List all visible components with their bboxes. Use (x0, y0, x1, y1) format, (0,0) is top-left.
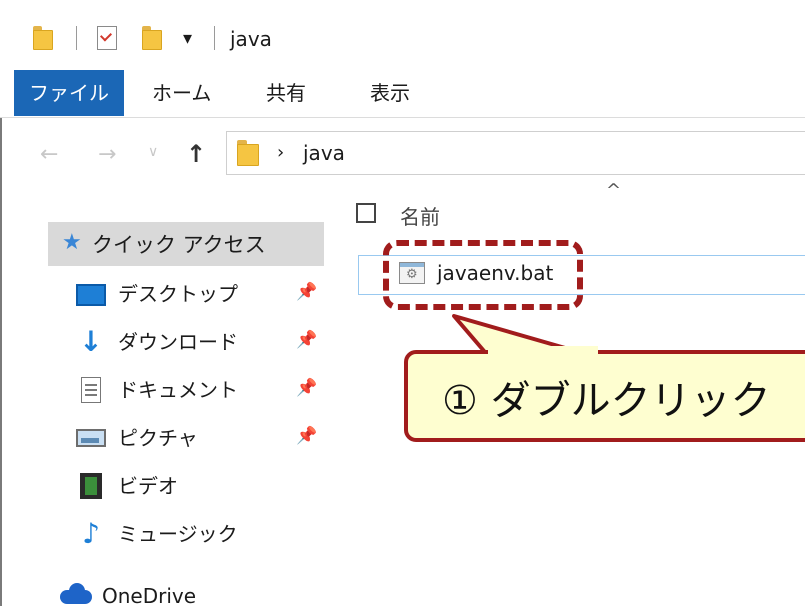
pin-icon[interactable]: 📌 (296, 282, 317, 302)
sidebar-item-documents[interactable]: ドキュメント 📌 (76, 372, 326, 408)
ribbon-tabs: ファイル ホーム 共有 表示 (0, 70, 805, 118)
column-header-label[interactable]: 名前 (400, 201, 440, 230)
toolbar-separator (76, 26, 77, 50)
sidebar-item-downloads[interactable]: ↓ ダウンロード 📌 (76, 324, 326, 360)
callout-pointer-join (488, 346, 598, 356)
sidebar-item-pictures[interactable]: ピクチャ 📌 (76, 420, 326, 456)
tab-home[interactable]: ホーム (152, 70, 211, 116)
sidebar-item-videos[interactable]: ビデオ (76, 468, 326, 504)
tab-view[interactable]: 表示 (370, 70, 410, 116)
sort-indicator-icon: ^ (606, 180, 622, 201)
pin-icon[interactable]: 📌 (296, 426, 317, 446)
forward-arrow-icon[interactable]: → (98, 142, 116, 167)
sidebar-item-label: ミュージック (118, 522, 238, 546)
window-title: java (230, 27, 272, 51)
download-icon: ↓ (79, 325, 103, 358)
sidebar-item-label: デスクトップ (118, 282, 238, 306)
tab-file[interactable]: ファイル (14, 70, 124, 116)
pin-icon[interactable]: 📌 (296, 378, 317, 398)
music-icon: ♪ (82, 517, 100, 550)
highlight-box (383, 240, 583, 310)
properties-icon[interactable] (97, 26, 117, 50)
back-arrow-icon[interactable]: ← (40, 142, 58, 167)
folder-icon (33, 26, 53, 50)
documents-icon (81, 377, 101, 403)
sidebar-item-label: ダウンロード (118, 330, 238, 354)
title-separator (214, 26, 215, 50)
sidebar-item-label: クイック アクセス (92, 233, 266, 257)
star-icon: ★ (62, 230, 82, 255)
sidebar-item-label: ピクチャ (118, 426, 198, 450)
cloud-icon (60, 583, 92, 604)
select-all-checkbox[interactable] (356, 203, 376, 223)
video-icon (80, 473, 102, 499)
desktop-icon (76, 284, 106, 306)
navigation-pane: ★ クイック アクセス デスクトップ 📌 ↓ ダウンロード 📌 ドキュメント 📌… (0, 190, 330, 608)
title-bar: ▾ java (0, 0, 805, 72)
tab-share[interactable]: 共有 (266, 70, 306, 116)
customize-toolbar-dropdown[interactable]: ▾ (183, 30, 192, 48)
breadcrumb-java[interactable]: java (303, 141, 345, 165)
pictures-icon (76, 429, 106, 447)
address-bar[interactable]: › java (226, 131, 805, 175)
sidebar-item-label: ビデオ (118, 474, 178, 498)
navigation-bar: ← → ∨ ↑ › java (0, 118, 805, 190)
sidebar-item-desktop[interactable]: デスクトップ 📌 (76, 276, 326, 312)
folder-icon (237, 140, 259, 166)
sidebar-item-label: OneDrive (102, 584, 197, 608)
instruction-callout: ① ダブルクリック (404, 350, 805, 442)
new-folder-icon[interactable] (142, 26, 162, 50)
sidebar-item-label: ドキュメント (118, 378, 238, 402)
recent-locations-icon[interactable]: ∨ (148, 144, 158, 160)
sidebar-item-quick-access[interactable]: ★ クイック アクセス (48, 222, 324, 266)
sidebar-item-music[interactable]: ♪ ミュージック (76, 516, 326, 552)
breadcrumb-separator[interactable]: › (277, 142, 284, 163)
pin-icon[interactable]: 📌 (296, 330, 317, 350)
callout-text: ① ダブルクリック (442, 378, 771, 424)
up-arrow-icon[interactable]: ↑ (186, 140, 206, 168)
